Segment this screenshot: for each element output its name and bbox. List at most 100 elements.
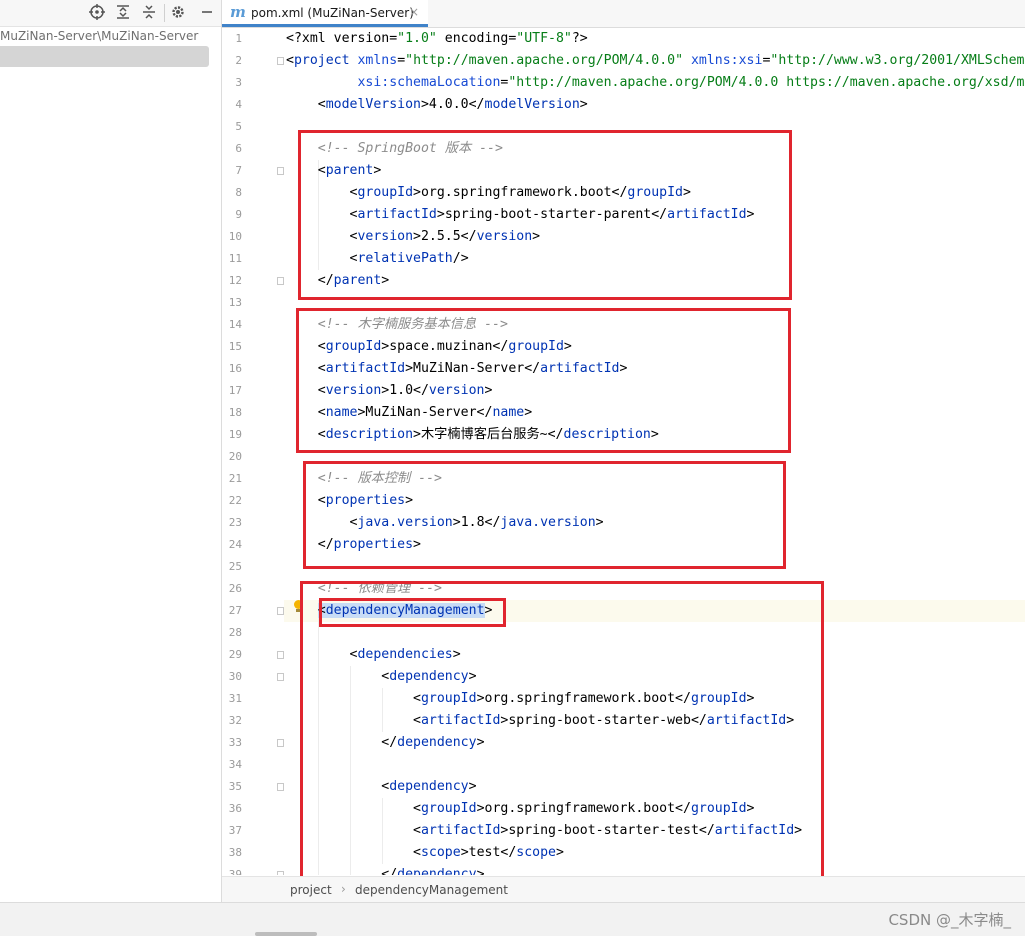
code-line[interactable]: </properties> [286, 534, 421, 556]
editor-tabbar: m pom.xml (MuZiNan-Server) × [222, 0, 1025, 28]
line-number: 33 [228, 736, 242, 749]
line-number: 14 [228, 318, 242, 331]
code-line[interactable]: <artifactId>spring-boot-starter-parent</… [286, 204, 755, 226]
code-line[interactable]: <java.version>1.8</java.version> [286, 512, 604, 534]
target-icon[interactable] [88, 4, 106, 22]
code-line[interactable]: <project xmlns="http://maven.apache.org/… [286, 50, 1024, 72]
tab-label: pom.xml (MuZiNan-Server) [251, 6, 414, 20]
code-line[interactable]: xsi:schemaLocation="http://maven.apache.… [286, 72, 1024, 94]
line-number: 26 [228, 582, 242, 595]
fold-marker-icon[interactable] [277, 607, 284, 615]
line-number: 10 [228, 230, 242, 243]
code-line[interactable]: <groupId>org.springframework.boot</group… [286, 688, 754, 710]
code-line[interactable]: </dependency> [286, 864, 484, 875]
line-number: 17 [228, 384, 242, 397]
line-number: 8 [235, 186, 242, 199]
breadcrumb: project › dependencyManagement [222, 876, 1025, 903]
code-line[interactable]: <version>2.5.5</version> [286, 226, 541, 248]
line-number: 12 [228, 274, 242, 287]
line-number: 21 [228, 472, 242, 485]
line-number: 36 [228, 802, 242, 815]
code-line[interactable]: <version>1.0</version> [286, 380, 493, 402]
line-number: 34 [228, 758, 242, 771]
code-line[interactable]: </dependency> [286, 732, 484, 754]
close-icon[interactable]: × [409, 5, 419, 19]
horizontal-scrollbar[interactable] [255, 932, 317, 936]
code-line[interactable]: <groupId>org.springframework.boot</group… [286, 182, 691, 204]
tab-pom-xml[interactable]: m pom.xml (MuZiNan-Server) × [222, 0, 428, 27]
fold-marker-icon[interactable] [277, 651, 284, 659]
code-line[interactable]: <relativePath/> [286, 248, 469, 270]
code-line[interactable]: <!-- 木字楠服务基本信息 --> [286, 314, 508, 336]
code-line[interactable]: <dependencyManagement> [286, 600, 492, 622]
code-line[interactable]: <!-- 依赖管理 --> [286, 578, 442, 600]
line-number: 22 [228, 494, 242, 507]
line-number: 13 [228, 296, 242, 309]
line-number: 19 [228, 428, 242, 441]
line-number: 30 [228, 670, 242, 683]
line-gutter: 1 2 3 4 5 6 7 8 9 10 11 12 13 14 15 16 17 18 19 20 21 22 23 24 2… [222, 28, 284, 875]
code-line[interactable]: <artifactId>spring-boot-starter-test</ar… [286, 820, 802, 842]
line-number: 1 [235, 32, 242, 45]
line-number: 39 [228, 868, 242, 875]
code-line[interactable]: <!-- SpringBoot 版本 --> [286, 138, 503, 160]
line-number: 37 [228, 824, 242, 837]
code-line[interactable]: <artifactId>spring-boot-starter-web</art… [286, 710, 794, 732]
project-panel: MuZiNan-Server\MuZiNan-Server [0, 0, 222, 902]
code-line[interactable]: <properties> [286, 490, 413, 512]
line-number: 31 [228, 692, 242, 705]
line-number: 11 [228, 252, 242, 265]
code-line[interactable]: <dependencies> [286, 644, 461, 666]
line-number: 15 [228, 340, 242, 353]
minimize-icon[interactable] [198, 4, 216, 22]
code-line[interactable]: <?xml version="1.0" encoding="UTF-8"?> [286, 28, 588, 50]
line-number: 27 [228, 604, 242, 617]
line-number: 38 [228, 846, 242, 859]
code-line[interactable]: <groupId>org.springframework.boot</group… [286, 798, 754, 820]
selected-tree-row[interactable] [0, 46, 209, 67]
fold-marker-icon[interactable] [277, 739, 284, 747]
code-line[interactable]: <scope>test</scope> [286, 842, 564, 864]
project-path[interactable]: MuZiNan-Server\MuZiNan-Server [0, 29, 221, 43]
watermark: CSDN @_木字楠_ [888, 911, 1011, 929]
fold-marker-icon[interactable] [277, 871, 284, 875]
line-number: 6 [235, 142, 242, 155]
code-line[interactable]: <name>MuZiNan-Server</name> [286, 402, 532, 424]
collapse-all-icon[interactable] [140, 4, 158, 22]
fold-marker-icon[interactable] [277, 783, 284, 791]
code-line[interactable]: <groupId>space.muzinan</groupId> [286, 336, 572, 358]
code-line[interactable]: <modelVersion>4.0.0</modelVersion> [286, 94, 588, 116]
maven-file-icon: m [230, 3, 246, 21]
line-number: 24 [228, 538, 242, 551]
code-line[interactable]: <artifactId>MuZiNan-Server</artifactId> [286, 358, 628, 380]
line-number: 9 [235, 208, 242, 221]
line-number: 32 [228, 714, 242, 727]
code-line[interactable]: <description>木字楠博客后台服务~</description> [286, 424, 659, 446]
fold-marker-icon[interactable] [277, 673, 284, 681]
fold-marker-icon[interactable] [277, 277, 284, 285]
line-number: 29 [228, 648, 242, 661]
code-line[interactable]: <!-- 版本控制 --> [286, 468, 442, 490]
line-number: 4 [235, 98, 242, 111]
line-number: 5 [235, 120, 242, 133]
breadcrumb-separator: › [341, 882, 346, 896]
code-line[interactable]: <dependency> [286, 666, 476, 688]
code-editor[interactable]: 1 2 3 4 5 6 7 8 9 10 11 12 13 14 15 16 17 18 19 20 21 22 23 24 2… [222, 28, 1025, 875]
fold-marker-icon[interactable] [277, 57, 284, 65]
code-line[interactable]: </parent> [286, 270, 389, 292]
line-number: 25 [228, 560, 242, 573]
code-line[interactable]: <dependency> [286, 776, 476, 798]
line-number: 16 [228, 362, 242, 375]
fold-marker-icon[interactable] [277, 167, 284, 175]
project-toolbar [0, 0, 221, 27]
breadcrumb-dependency-management[interactable]: dependencyManagement [355, 883, 508, 897]
line-number: 3 [235, 76, 242, 89]
line-number: 7 [235, 164, 242, 177]
expand-all-icon[interactable] [114, 4, 132, 22]
status-bar: CSDN @_木字楠_ [0, 902, 1025, 936]
gear-icon[interactable] [164, 4, 187, 22]
code-line[interactable]: <parent> [286, 160, 382, 182]
line-number: 18 [228, 406, 242, 419]
line-number: 2 [235, 54, 242, 67]
breadcrumb-project[interactable]: project [290, 883, 332, 897]
